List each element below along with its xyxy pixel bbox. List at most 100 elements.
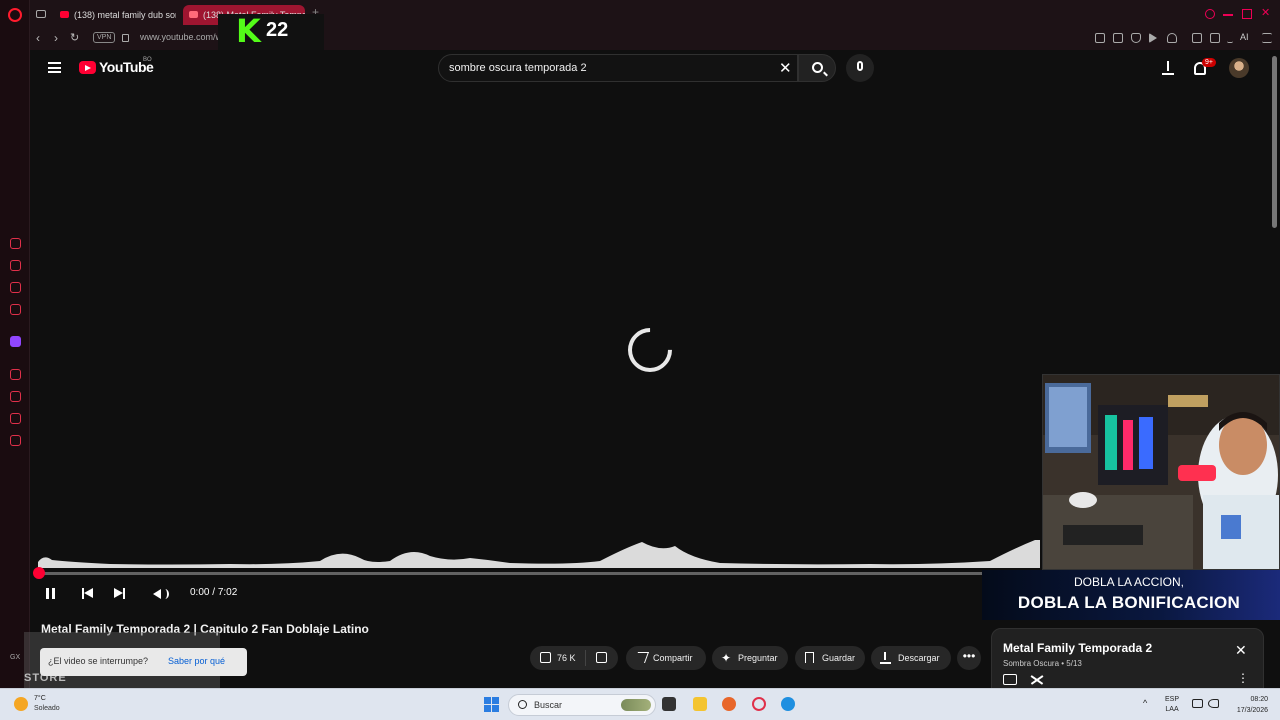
tray-overflow-icon[interactable]: ^ [1143, 698, 1147, 708]
search-highlight-image [621, 699, 651, 711]
time-display: 0:00 / 7:02 [190, 587, 237, 598]
volume-icon[interactable] [152, 586, 169, 602]
heart-icon[interactable] [1167, 33, 1177, 43]
next-icon[interactable] [112, 586, 128, 602]
progress-bar[interactable] [38, 572, 1040, 575]
opera-logo-icon[interactable] [8, 8, 22, 22]
save-label: Guardar [822, 653, 856, 663]
menu-icon[interactable] [48, 62, 61, 73]
search-icon [812, 62, 823, 73]
search-query[interactable]: sombre oscura temporada 2 [449, 62, 587, 74]
voice-search-button[interactable] [846, 54, 874, 82]
shield-icon[interactable] [1131, 33, 1141, 43]
player-play-icon[interactable] [1149, 33, 1157, 43]
weather-condition[interactable]: Soleado [34, 705, 60, 712]
sidebar-bag-icon[interactable] [10, 260, 21, 271]
tab-title: (138) metal family dub sor [74, 10, 176, 20]
duration: 7:02 [217, 587, 238, 598]
share-icon [633, 652, 650, 663]
previous-icon[interactable] [80, 586, 96, 602]
download-label: Descargar [898, 653, 940, 663]
more-actions-button[interactable]: ••• [957, 646, 981, 670]
playlist-more-icon[interactable]: ⋮ [1237, 671, 1249, 685]
file-explorer-icon[interactable] [693, 697, 707, 711]
forward-icon[interactable]: › [54, 31, 58, 45]
speaker-icon[interactable] [1208, 699, 1219, 708]
firefox-icon[interactable] [722, 697, 736, 711]
search-input[interactable]: sombre oscura temporada 2 ✕ [438, 54, 798, 82]
task-view-icon[interactable] [662, 697, 676, 711]
clear-search-icon[interactable]: ✕ [779, 59, 792, 77]
share-button[interactable]: Compartir [626, 646, 706, 670]
like-count[interactable]: 76 K [557, 646, 576, 670]
current-time: 0:00 [190, 587, 210, 598]
promo-line-1: DOBLA LA ACCION, [1073, 575, 1185, 589]
store-gx-label: GX [10, 654, 21, 661]
playback-issue-toast: ¿El video se interrumpe? Saber por qué [40, 648, 247, 676]
snapshot-icon[interactable] [1113, 33, 1123, 43]
network-icon[interactable] [1192, 699, 1203, 708]
tab-metal-family-dub[interactable]: (138) metal family dub sor [54, 5, 176, 25]
clock[interactable]: 08:20 17/3/2026 [1228, 694, 1268, 716]
search-tabs-icon[interactable] [1205, 9, 1215, 19]
pause-icon[interactable] [43, 586, 59, 602]
youtube-logo-icon[interactable] [79, 61, 96, 74]
time-separator: / [209, 587, 218, 598]
playlist-title[interactable]: Metal Family Temporada 2 [1003, 641, 1152, 655]
save-button[interactable]: Guardar [795, 646, 865, 670]
download-icon [880, 652, 891, 664]
windows-start-icon[interactable] [484, 697, 499, 712]
sidebar-gx-icon[interactable] [10, 238, 21, 249]
lock-icon[interactable] [122, 34, 129, 42]
url-field[interactable]: www.youtube.com/wat [140, 32, 230, 42]
clock-date: 17/3/2026 [1236, 707, 1268, 714]
account-icon[interactable] [1192, 33, 1202, 43]
language-line-1: ESP [1165, 696, 1180, 703]
tab-menu-icon[interactable] [36, 10, 46, 18]
sidebar-workspace-icon[interactable] [10, 282, 21, 293]
ask-button[interactable]: Preguntar [712, 646, 788, 670]
sidebar-messenger-icon[interactable] [10, 304, 21, 315]
opera-sidebar [0, 0, 30, 688]
sidebar-settings-icon[interactable] [10, 435, 21, 446]
easy-setup-icon[interactable] [1262, 33, 1272, 43]
toast-learn-link[interactable]: Saber por qué [168, 656, 225, 666]
reload-icon[interactable]: ↻ [70, 31, 79, 44]
language-indicator[interactable]: ESP LAA [1165, 695, 1179, 715]
taskbar-search[interactable]: Buscar [508, 694, 656, 716]
notifications-badge: 9+ [1202, 58, 1216, 67]
vpn-badge[interactable]: VPN [93, 32, 116, 43]
downloads-icon[interactable] [1210, 33, 1220, 43]
aria-icon[interactable] [1227, 33, 1233, 43]
weather-sun-icon[interactable] [14, 697, 28, 711]
sidebar-player-icon[interactable] [10, 369, 21, 380]
avatar[interactable] [1229, 58, 1249, 78]
scrubber-handle[interactable] [33, 567, 45, 579]
download-button[interactable]: Descargar [871, 646, 951, 670]
sidebar-history-icon[interactable] [10, 391, 21, 402]
close-window-icon[interactable]: ✕ [1261, 6, 1271, 19]
shuffle-icon[interactable] [1030, 674, 1044, 685]
minimize-icon[interactable] [1223, 14, 1233, 16]
close-playlist-icon[interactable]: ✕ [1235, 642, 1247, 659]
like-icon[interactable] [540, 652, 551, 663]
page-scrollbar[interactable] [1272, 56, 1277, 228]
back-icon[interactable]: ‹ [36, 31, 40, 45]
webcam-image [1043, 375, 1279, 569]
dislike-icon[interactable] [596, 652, 607, 663]
create-upload-icon[interactable] [1162, 59, 1174, 77]
divider [585, 650, 586, 666]
bookmark-icon[interactable] [1095, 33, 1105, 43]
loop-icon[interactable] [1003, 674, 1017, 685]
microphone-icon [857, 61, 863, 71]
app-icon[interactable] [781, 697, 795, 711]
ai-label[interactable]: AI [1240, 32, 1249, 42]
weather-temp[interactable]: 7°C [34, 695, 46, 702]
restore-icon[interactable] [1242, 9, 1252, 19]
taskbar-search-icon [518, 700, 527, 709]
sidebar-twitch-icon[interactable] [10, 336, 21, 347]
opera-gx-icon[interactable] [752, 697, 766, 711]
search-button[interactable] [798, 54, 836, 82]
sidebar-extensions-icon[interactable] [10, 413, 21, 424]
promo-banner: DOBLA LA ACCION, DOBLA LA BONIFICACION [982, 570, 1280, 620]
